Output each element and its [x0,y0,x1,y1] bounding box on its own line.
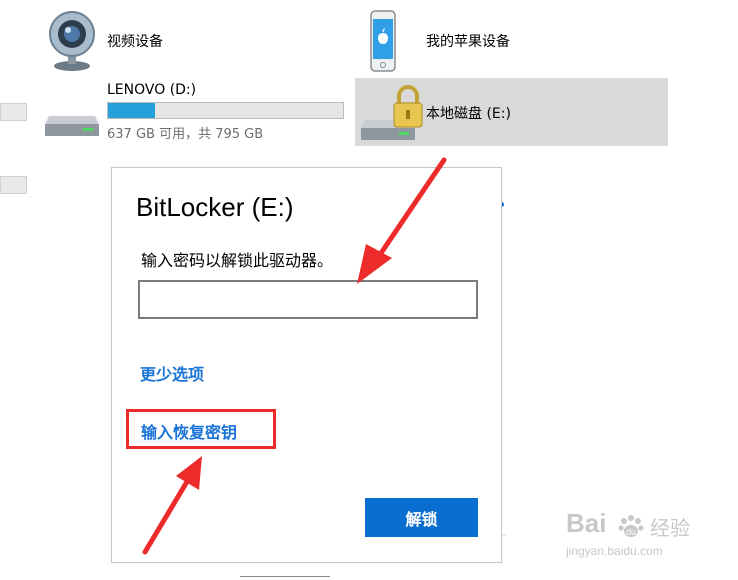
password-input[interactable] [138,280,478,319]
dialog-title: BitLocker (E:) [136,192,294,222]
device-local-drive[interactable]: 本地磁盘 (E:) [355,78,668,146]
locked-drive-icon [361,85,423,140]
paw-icon: du [618,515,644,537]
device-lenovo-drive[interactable]: LENOVO (D:) 637 GB 可用，共 795 GB [45,80,345,142]
drive-usage-bar [107,102,344,119]
device-webcam[interactable]: 视频设备 [45,8,285,72]
hard-drive-icon [45,116,99,136]
device-name: 本地磁盘 (E:) [426,106,511,122]
drive-space-text: 637 GB 可用，共 795 GB [107,127,264,142]
device-name: 我的苹果设备 [426,34,510,50]
watermark-url: jingyan.baidu.com [566,544,663,558]
fewer-options-link[interactable]: 更少选项 [140,361,204,385]
svg-text:du: du [626,527,636,537]
dialog-prompt: 输入密码以解锁此驱动器。 [141,251,334,270]
unlock-button[interactable]: 解锁 [365,498,478,537]
webcam-icon [49,11,95,71]
iphone-icon [370,10,396,72]
bitlocker-dialog: BitLocker (E:) 输入密码以解锁此驱动器。 更少选项 输入恢复密钥 … [111,167,502,563]
device-apple[interactable]: 我的苹果设备 [370,8,610,72]
recovery-key-link[interactable]: 输入恢复密钥 [141,419,237,443]
background-window-edge [0,176,27,194]
device-name: 视频设备 [107,34,163,50]
device-name: LENOVO (D:) [107,82,197,98]
background-window-edge [0,103,27,121]
watermark-logo: Bai [566,508,607,538]
baidu-watermark: Bai du 经验 jingyan.baidu.com [566,508,736,568]
drive-usage-fill [108,103,155,118]
background-text-fragment [240,562,330,580]
watermark-brand: 经验 [650,518,690,540]
